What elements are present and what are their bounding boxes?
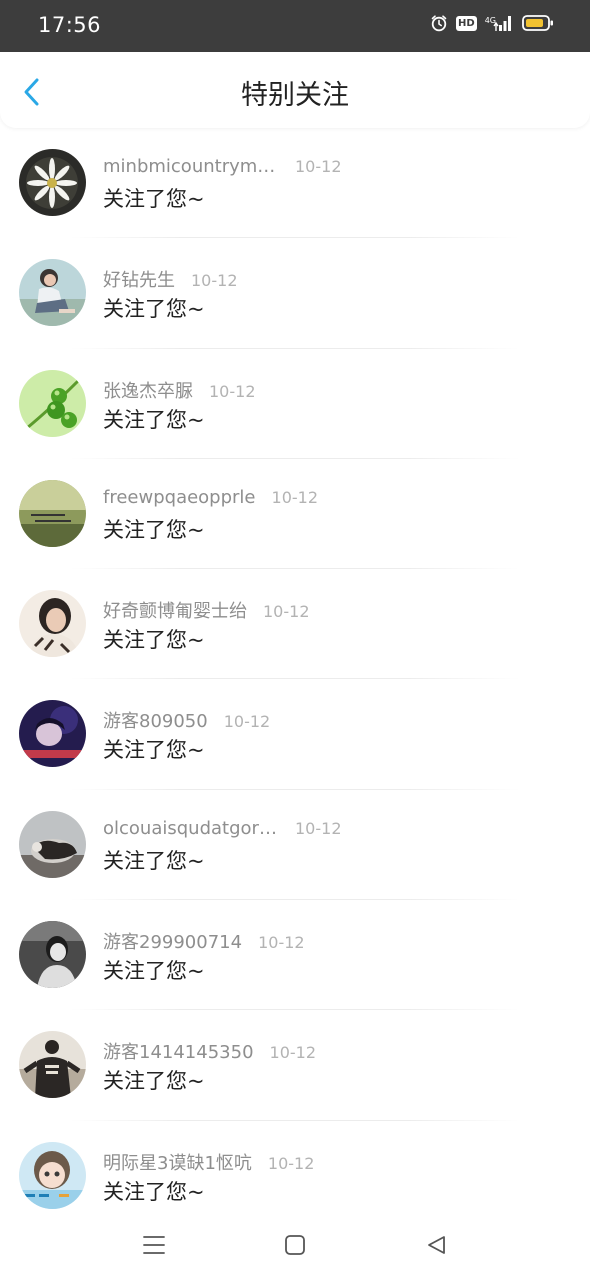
avatar[interactable] (19, 700, 86, 768)
meta-row: olcouaisqudatgorze 10-12 (103, 818, 342, 839)
back-triangle-icon (428, 1236, 445, 1254)
avatar[interactable] (19, 1141, 86, 1209)
meta-row: 好钻先生 10-12 (103, 266, 238, 292)
avatar[interactable] (19, 259, 86, 327)
list-item[interactable]: 张逸杰卒脲 10-12 关注了您~ (0, 349, 590, 459)
user-name: 好钻先生 (103, 270, 175, 292)
status-icons: HD 4G (430, 14, 554, 32)
status-time: 17:56 (38, 13, 102, 37)
header: 特别关注 (0, 52, 590, 128)
item-date: 10-12 (223, 712, 271, 732)
list-item[interactable]: 游客809050 10-12 关注了您~ (0, 679, 590, 790)
list-item[interactable]: 好奇颤博匍婴士绐 10-12 关注了您~ (0, 569, 590, 680)
network-type: 4G (484, 16, 496, 25)
follower-list: minbmicountryma... 10-12 关注了您~ 好钻先生 10-1… (0, 128, 590, 1231)
meta-row: 游客299900714 10-12 (103, 928, 305, 954)
back-nav-button[interactable] (421, 1230, 451, 1260)
message-text: 关注了您~ (103, 1069, 205, 1094)
message-text: 关注了您~ (103, 187, 205, 211)
meta-row: 游客809050 10-12 (103, 707, 270, 733)
avatar[interactable] (19, 921, 86, 989)
message-text: 关注了您~ (103, 628, 205, 653)
avatar[interactable] (19, 149, 86, 216)
alarm-icon (430, 14, 448, 32)
avatar[interactable] (19, 1031, 86, 1099)
meta-row: freewpqaeopprle 10-12 (103, 487, 318, 508)
message-text: 关注了您~ (103, 517, 205, 542)
list-item[interactable]: 游客1414145350 10-12 关注了您~ (0, 1010, 590, 1121)
meta-row: minbmicountryma... 10-12 (103, 156, 342, 177)
avatar[interactable] (19, 369, 86, 437)
user-name: 张逸杰卒脲 (103, 380, 193, 402)
user-name: 好奇颤博匍婴士绐 (103, 601, 247, 623)
message-text: 关注了您~ (103, 848, 205, 873)
signal-icon: 4G (485, 14, 514, 32)
home-icon (285, 1235, 305, 1255)
item-date: 10-12 (295, 818, 342, 838)
item-date: 10-12 (258, 933, 305, 953)
battery-icon (522, 14, 554, 32)
message-text: 关注了您~ (103, 738, 205, 763)
user-name: 明际星3谟缺1怄吭 (103, 1152, 252, 1174)
item-date: 10-12 (263, 602, 310, 622)
user-name: 游客299900714 (103, 932, 243, 954)
menu-icon (143, 1236, 165, 1254)
list-item[interactable]: olcouaisqudatgorze 10-12 关注了您~ (0, 790, 590, 901)
message-text: 关注了您~ (103, 959, 205, 984)
item-date: 10-12 (267, 1153, 315, 1173)
system-nav-bar (0, 1210, 590, 1280)
meta-row: 张逸杰卒脲 10-12 (103, 377, 256, 403)
meta-row: 游客1414145350 10-12 (103, 1038, 316, 1064)
item-date: 10-12 (209, 381, 256, 401)
home-button[interactable] (280, 1230, 310, 1260)
list-item[interactable]: 游客299900714 10-12 关注了您~ (0, 900, 590, 1011)
list-item[interactable]: freewpqaeopprle 10-12 关注了您~ (0, 459, 590, 570)
user-name: olcouaisqudatgorze (103, 817, 279, 839)
avatar[interactable] (19, 590, 86, 658)
user-name: 游客1414145350 (103, 1042, 254, 1064)
user-name: minbmicountryma... (103, 156, 279, 177)
user-name: 游客809050 (103, 711, 208, 733)
hd-icon: HD (456, 15, 477, 31)
meta-row: 好奇颤博匍婴士绐 10-12 (103, 597, 310, 623)
user-name: freewpqaeopprle (103, 486, 256, 508)
item-date: 10-12 (271, 487, 319, 507)
menu-button[interactable] (139, 1230, 169, 1260)
avatar[interactable] (19, 810, 86, 878)
message-text: 关注了您~ (103, 407, 205, 432)
message-text: 关注了您~ (103, 297, 205, 322)
item-date: 10-12 (191, 271, 238, 291)
meta-row: 明际星3谟缺1怄吭 10-12 (103, 1149, 314, 1175)
item-date: 10-12 (295, 157, 342, 176)
page-title: 特别关注 (241, 80, 349, 111)
message-text: 关注了您~ (103, 1179, 205, 1204)
status-bar: 17:56 HD 4G (0, 0, 590, 52)
avatar[interactable] (19, 479, 86, 547)
list-item[interactable]: 好钻先生 10-12 关注了您~ (0, 238, 590, 349)
list-item[interactable]: minbmicountryma... 10-12 关注了您~ (0, 128, 590, 239)
item-date: 10-12 (269, 1043, 317, 1063)
